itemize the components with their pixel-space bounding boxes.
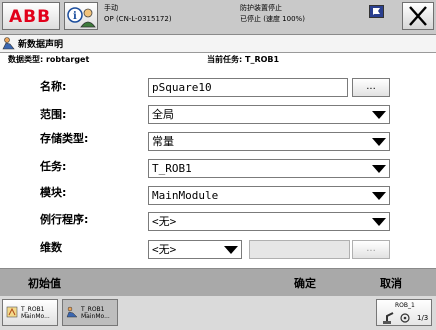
dimension-label: 维数 <box>40 241 62 254</box>
dimension-dropdown[interactable]: <无> <box>148 240 242 259</box>
abb-logo: ABB <box>9 7 52 27</box>
storage-dropdown[interactable]: 常量 <box>148 132 390 151</box>
task-label: 任务: <box>40 160 67 173</box>
taskbar-item-data-declaration[interactable]: T_ROB1 MainMo... <box>62 299 118 326</box>
dimension-edit-button: ... <box>352 240 390 259</box>
safety-text: 防护装置停止 <box>240 4 282 12</box>
scope-value: 全局 <box>152 108 174 121</box>
event-log-button[interactable]: i <box>64 2 98 30</box>
state-text: 已停止 (速度 100%) <box>240 15 305 23</box>
ok-button[interactable]: 确定 <box>294 275 316 291</box>
scope-label: 范围: <box>40 108 67 121</box>
program-editor-icon <box>6 306 18 318</box>
quickset-button[interactable]: ROB_1 1/3 <box>376 299 432 326</box>
data-declaration-icon <box>2 37 15 50</box>
abb-menu-button[interactable]: ABB <box>2 2 60 30</box>
name-edit-button[interactable]: ... <box>352 78 390 97</box>
scope-dropdown[interactable]: 全局 <box>148 105 390 124</box>
data-declaration-icon <box>66 306 78 318</box>
module-dropdown[interactable]: MainModule <box>148 186 390 205</box>
task2-line2: MainMo... <box>81 313 110 320</box>
task1-line1: T_ROB1 <box>21 306 45 313</box>
window-title-bar: 新数据声明 <box>0 35 436 53</box>
storage-value: 常量 <box>152 135 174 148</box>
module-value: MainModule <box>152 189 219 202</box>
joint-icon <box>400 313 410 323</box>
cancel-button[interactable]: 取消 <box>380 275 402 291</box>
chevron-down-icon <box>372 111 386 119</box>
controller-text: OP (CN-L-0315172) <box>104 15 172 23</box>
datatype-text: 数据类型: robtarget <box>8 55 90 64</box>
initial-value-button[interactable]: 初始值 <box>28 275 61 291</box>
dimension-size-field <box>249 240 350 259</box>
name-label: 名称: <box>40 80 67 93</box>
svg-text:i: i <box>73 11 77 22</box>
chevron-down-icon <box>372 218 386 226</box>
task-dropdown[interactable]: T_ROB1 <box>148 159 390 178</box>
speed-corner: 1/3 <box>417 314 429 322</box>
speed-flag-icon <box>369 5 384 18</box>
routine-value: <无> <box>152 215 177 228</box>
taskbar: T_ROB1 MainMo... T_ROB1 MainMo... ROB_1 … <box>0 296 436 330</box>
current-task-text: 当前任务: T_ROB1 <box>207 55 280 64</box>
task2-line1: T_ROB1 <box>81 306 105 313</box>
window-title: 新数据声明 <box>18 40 64 50</box>
robot-name: ROB_1 <box>395 302 415 309</box>
chevron-down-icon <box>372 165 386 173</box>
close-button[interactable] <box>402 2 434 30</box>
routine-label: 例行程序: <box>40 213 89 226</box>
task-value: T_ROB1 <box>152 162 192 175</box>
command-bar: 初始值 确定 取消 <box>0 268 436 297</box>
status-bar: ABB i 手动 OP (CN-L-0315172) 防护装置停止 已停止 (速… <box>0 0 436 35</box>
chevron-down-icon <box>224 246 238 254</box>
storage-label: 存储类型: <box>40 132 89 145</box>
routine-dropdown[interactable]: <无> <box>148 212 390 231</box>
chevron-down-icon <box>372 138 386 146</box>
name-value: pSquare10 <box>152 81 212 94</box>
dimension-value: <无> <box>152 243 177 256</box>
close-icon <box>409 6 427 26</box>
robot-icon <box>383 312 394 324</box>
chevron-down-icon <box>372 192 386 200</box>
taskbar-item-program-editor[interactable]: T_ROB1 MainMo... <box>2 299 58 326</box>
mode-text: 手动 <box>104 4 118 12</box>
task1-line2: MainMo... <box>21 313 50 320</box>
module-label: 模块: <box>40 186 67 199</box>
info-icon: i <box>67 7 96 28</box>
name-field[interactable]: pSquare10 <box>148 78 348 97</box>
